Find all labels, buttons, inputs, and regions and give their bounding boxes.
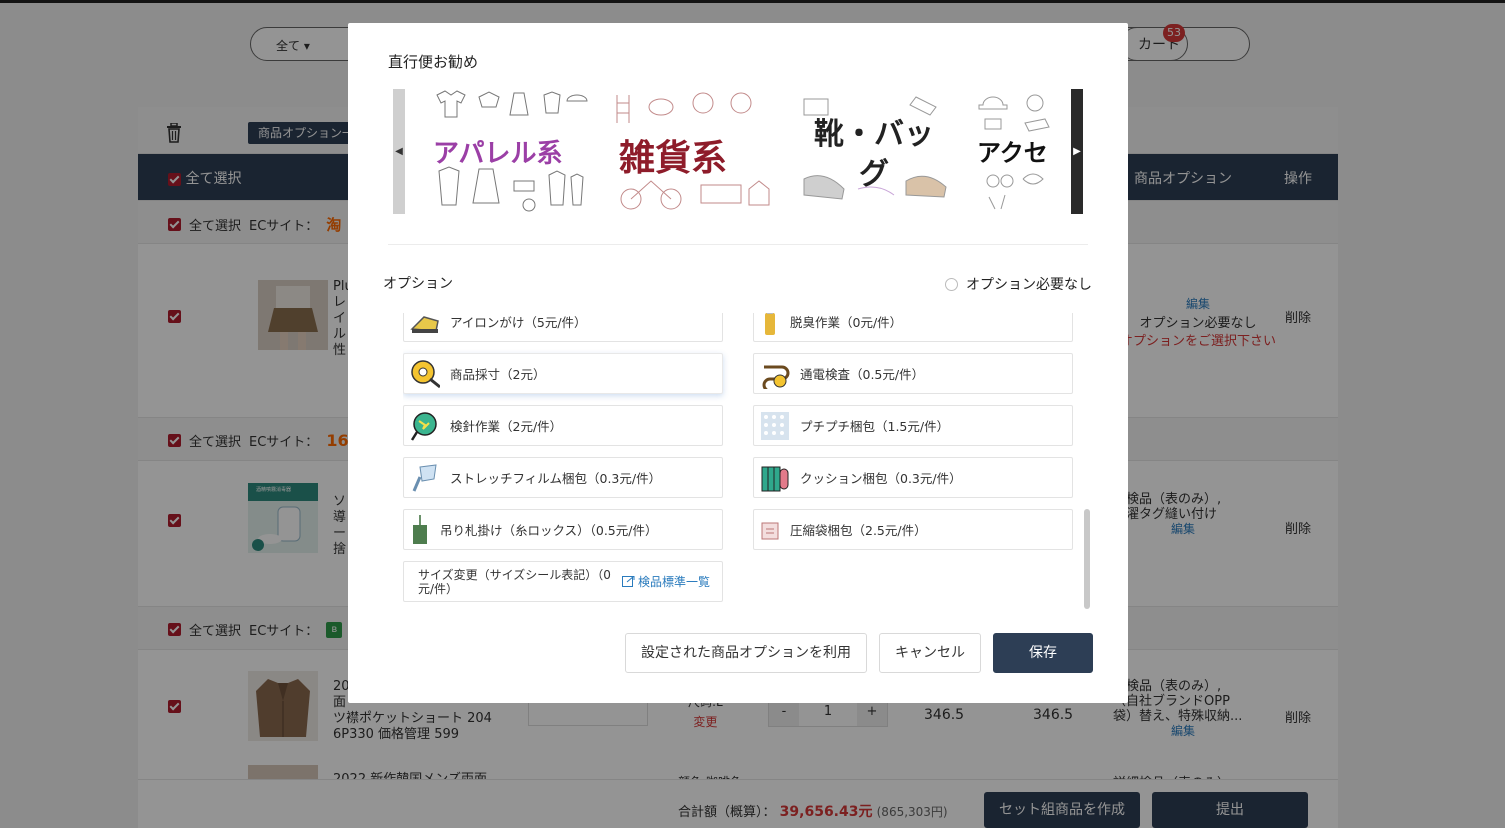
bubble-wrap-icon [761,411,789,440]
banner-goods[interactable]: 雑貨系 [611,89,771,214]
option-list-scrollbar[interactable] [1084,509,1090,609]
option-label: 吊り札掛け（糸ロックス）（0.5元/件） [440,523,658,538]
banner-accessories[interactable]: アクセ [975,89,1071,214]
save-button[interactable]: 保存 [993,633,1093,673]
option-label: 商品採寸（2元） [450,367,546,382]
inspection-standard-link[interactable]: 検品標準一覧 [622,573,710,590]
option-list[interactable]: アイロンがけ（5元/件） 脱臭作業（0元/件） 商品採寸（2元） 通電検査（0.… [403,313,1075,613]
option-needle-check[interactable]: 検針作業（2元/件） [403,405,723,446]
options-heading: オプション [383,276,453,292]
option-cushion[interactable]: クッション梱包（0.3元/件） [753,457,1073,498]
option-label: ストレッチフィルム梱包（0.3元/件） [450,471,662,486]
option-power-check[interactable]: 通電検査（0.5元/件） [753,353,1073,394]
needle-check-icon [410,411,437,441]
option-label: 脱臭作業（0元/件） [790,315,903,330]
banner-shoes-bags[interactable]: 靴・バッグ [796,89,956,214]
option-bubble-wrap[interactable]: プチプチ梱包（1.5元/件） [753,405,1073,446]
radio-circle-icon[interactable] [945,277,958,291]
hang-tag-icon [413,514,427,544]
option-modal: 直行便お勧め ◀ アパレル系 雑貨系 靴・バッグ アクセ ▶ オプション オプシ… [348,23,1128,703]
banner-label: アパレル系 [433,139,563,169]
iron-icon [410,315,439,333]
option-label: クッション梱包（0.3元/件） [800,471,962,486]
modal-title: 直行便お勧め [388,53,479,71]
option-label: 圧縮袋梱包（2.5元/件） [790,523,927,538]
banner-apparel[interactable]: アパレル系 [429,89,589,214]
banner-label: 雑貨系 [619,138,728,179]
external-link-icon [622,576,635,587]
section-divider [388,244,1088,245]
option-label: プチプチ梱包（1.5元/件） [800,419,950,434]
inspection-link-label: 検品標準一覧 [638,575,711,589]
stretch-film-icon [412,463,437,492]
option-label: アイロンがけ（5元/件） [450,315,587,330]
banner-label: 靴・バッグ [814,117,934,192]
no-option-radio[interactable]: オプション必要なし [945,274,1092,294]
deodorize-icon [765,313,775,335]
power-plug-icon [762,365,790,389]
option-hang-tag[interactable]: 吊り札掛け（糸ロックス）（0.5元/件） [403,509,723,550]
no-option-label: オプション必要なし [966,277,1092,293]
cancel-button[interactable]: キャンセル [879,633,981,673]
recommendation-carousel: ◀ アパレル系 雑貨系 靴・バッグ アクセ ▶ [393,89,1083,214]
option-compression-bag[interactable]: 圧縮袋梱包（2.5元/件） [753,509,1073,550]
chevron-left-icon: ◀ [395,146,403,157]
option-measure[interactable]: 商品採寸（2元） [403,353,723,394]
use-preset-options-button[interactable]: 設定された商品オプションを利用 [625,633,867,673]
compression-bag-icon [761,522,779,539]
option-size-change[interactable]: サイズ変更（サイズシール表記）（0元/件） 検品標準一覧 [403,561,723,602]
chevron-right-icon: ▶ [1073,146,1081,157]
option-label: 通電検査（0.5元/件） [800,367,925,382]
option-label: サイズ変更（サイズシール表記）（0元/件） [418,567,611,596]
option-stretch-film[interactable]: ストレッチフィルム梱包（0.3元/件） [403,457,723,498]
option-label: 検針作業（2元/件） [450,419,563,434]
tape-measure-icon [411,359,440,388]
option-ironing[interactable]: アイロンがけ（5元/件） [403,313,723,342]
carousel-next-button[interactable]: ▶ [1071,89,1083,214]
option-deodorize[interactable]: 脱臭作業（0元/件） [753,313,1073,342]
carousel-prev-button[interactable]: ◀ [393,89,405,214]
banner-label: アクセ [977,139,1048,167]
cushion-icon [761,466,789,491]
